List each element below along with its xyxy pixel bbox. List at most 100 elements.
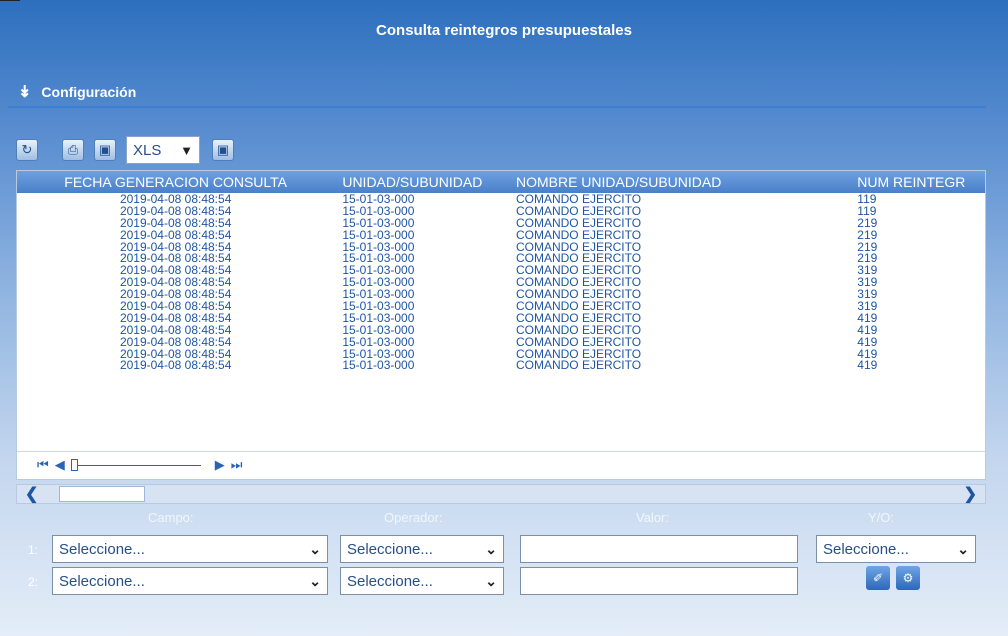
table-row[interactable]: 2019-04-08 08:48:54 15-01-03-000 COMANDO E… (17, 217, 985, 229)
cell-nombre: COMANDO EJERCITO (515, 299, 642, 312)
cell-unidad: 15-01-03-000 (342, 359, 415, 372)
cell-nombre: COMANDO EJERCITO (515, 276, 642, 289)
cell-fecha: 2019-04-08 08:48:54 (119, 323, 232, 336)
table-row[interactable]: 2019-04-08 08:48:54 15-01-03-000 COMANDO E… (17, 324, 985, 336)
campo-select-2[interactable]: Seleccione... ⌄ (52, 567, 328, 595)
table-row[interactable]: 2019-04-08 08:48:54 15-01-03-000 COMANDO E… (17, 241, 985, 253)
cell-unidad: 15-01-03-000 (342, 276, 415, 289)
table-row[interactable]: 2019-04-08 08:48:54 15-01-03-000 COMANDO E… (17, 205, 985, 217)
table-row[interactable]: 2019-04-08 08:48:54 15-01-03-000 COMANDO E… (17, 276, 985, 288)
cell-unidad: 15-01-03-000 (342, 192, 415, 205)
select-value: Seleccione... (59, 540, 145, 558)
table-row[interactable]: 2019-04-08 08:48:54 15-01-03-000 COMANDO E… (17, 264, 985, 276)
floppy-disk-icon: ▣ (98, 142, 112, 157)
yo-select-1[interactable]: Seleccione... ⌄ (816, 535, 976, 563)
table-row[interactable]: 2019-04-08 08:48:54 15-01-03-000 COMANDO E… (17, 348, 985, 360)
filter-run-icon: ⚙ (902, 571, 914, 585)
scrollbar-thumb[interactable] (59, 486, 145, 502)
cell-fecha: 2019-04-08 08:48:54 (119, 288, 232, 301)
printer-icon: ⎙ (67, 142, 79, 157)
cell-num: 419 (857, 347, 878, 360)
operador-label: Operador: (384, 510, 443, 525)
scroll-right-icon[interactable]: ❯ (964, 484, 977, 504)
toolbar: ↻ ⎙ ▣ XLS ▼ ▣ (16, 134, 244, 166)
cell-unidad: 15-01-03-000 (342, 228, 415, 241)
cell-nombre: COMANDO EJERCITO (515, 359, 642, 372)
column-header[interactable]: NOMBRE UNIDAD/SUBUNIDAD (512, 174, 841, 190)
cell-num: 319 (857, 299, 878, 312)
cell-num: 319 (857, 276, 878, 289)
chevron-down-icon: ⌄ (485, 572, 497, 589)
slider-thumb[interactable] (70, 458, 78, 471)
cell-fecha: 2019-04-08 08:48:54 (119, 228, 232, 241)
page-slider[interactable] (70, 458, 201, 471)
slider-track (70, 464, 201, 466)
table-row[interactable]: 2019-04-08 08:48:54 15-01-03-000 COMANDO E… (17, 312, 985, 324)
cell-nombre: COMANDO EJERCITO (515, 192, 642, 205)
export-format-value: XLS (133, 141, 162, 159)
column-header[interactable]: FECHA GENERACION CONSULTA (17, 174, 334, 190)
refresh-icon: ↻ (21, 142, 33, 157)
apply-filter-button[interactable]: ⚙ (896, 566, 920, 590)
cell-fecha: 2019-04-08 08:48:54 (119, 252, 232, 265)
page-title: Consulta reintegros presupuestales (376, 22, 632, 39)
clear-filter-button[interactable]: ✐ (866, 566, 890, 590)
cell-unidad: 15-01-03-000 (342, 288, 415, 301)
horizontal-scrollbar[interactable]: ❮ ❯ (16, 484, 986, 504)
cell-num: 219 (857, 216, 878, 229)
operador-select-1[interactable]: Seleccione... ⌄ (340, 535, 504, 563)
export-button[interactable]: ▣ (212, 139, 234, 161)
cell-unidad: 15-01-03-000 (342, 335, 415, 348)
double-chevron-down-icon: ↡ (18, 84, 32, 101)
top-edge-line (0, 0, 20, 1)
cell-nombre: COMANDO EJERCITO (515, 311, 642, 324)
prev-page-icon[interactable]: ◀ (55, 457, 65, 473)
campo-select-1[interactable]: Seleccione... ⌄ (52, 535, 328, 563)
valor-label: Valor: (636, 510, 669, 525)
cell-fecha: 2019-04-08 08:48:54 (119, 359, 232, 372)
eraser-icon: ✐ (872, 571, 884, 585)
table-row[interactable]: 2019-04-08 08:48:54 15-01-03-000 COMANDO E… (17, 300, 985, 312)
cell-fecha: 2019-04-08 08:48:54 (119, 276, 232, 289)
cell-unidad: 15-01-03-000 (342, 252, 415, 265)
refresh-button[interactable]: ↻ (16, 139, 38, 161)
cell-num: 219 (857, 240, 878, 253)
next-page-icon[interactable]: ▶ (215, 457, 225, 473)
cell-unidad: 15-01-03-000 (342, 240, 415, 253)
valor-input-2[interactable] (520, 567, 798, 595)
cell-fecha: 2019-04-08 08:48:54 (119, 204, 232, 217)
cell-nombre: COMANDO EJERCITO (515, 347, 642, 360)
select-value: Seleccione... (823, 540, 909, 558)
cell-nombre: COMANDO EJERCITO (515, 216, 642, 229)
first-page-icon[interactable]: ⏮ (37, 457, 49, 473)
table-row[interactable]: 2019-04-08 08:48:54 15-01-03-000 COMANDO E… (17, 252, 985, 264)
grid-header: FECHA GENERACION CONSULTA UNIDAD/SUBUNID… (17, 171, 985, 193)
filter-row-number: 1: (28, 543, 39, 557)
export-format-select[interactable]: XLS ▼ (126, 136, 200, 164)
config-section-toggle[interactable]: ↡ Configuración (18, 82, 136, 102)
last-page-icon[interactable]: ⏭ (231, 457, 243, 473)
print-button[interactable]: ⎙ (62, 139, 84, 161)
cell-fecha: 2019-04-08 08:48:54 (119, 264, 232, 277)
chevron-down-icon: ⌄ (957, 540, 969, 557)
table-row[interactable]: 2019-04-08 08:48:54 15-01-03-000 COMANDO E… (17, 229, 985, 241)
scroll-left-icon[interactable]: ❮ (25, 484, 38, 504)
cell-unidad: 15-01-03-000 (342, 204, 415, 217)
cell-unidad: 15-01-03-000 (342, 323, 415, 336)
table-row[interactable]: 2019-04-08 08:48:54 15-01-03-000 COMANDO E… (17, 336, 985, 348)
table-row[interactable]: 2019-04-08 08:48:54 15-01-03-000 COMANDO E… (17, 288, 985, 300)
column-header[interactable]: UNIDAD/SUBUNIDAD (334, 174, 512, 190)
valor-input-1[interactable] (520, 535, 798, 563)
cell-nombre: COMANDO EJERCITO (515, 264, 642, 277)
table-row[interactable]: 2019-04-08 08:48:54 15-01-03-000 COMANDO E… (17, 193, 985, 205)
table-row[interactable]: 2019-04-08 08:48:54 15-01-03-000 COMANDO E… (17, 359, 985, 371)
column-header[interactable]: NUM REINTEGR (841, 174, 985, 190)
operador-select-2[interactable]: Seleccione... ⌄ (340, 567, 504, 595)
cell-nombre: COMANDO EJERCITO (515, 228, 642, 241)
cell-unidad: 15-01-03-000 (342, 264, 415, 277)
cell-num: 119 (857, 192, 877, 205)
cell-num: 119 (857, 204, 877, 217)
cell-unidad: 15-01-03-000 (342, 299, 415, 312)
save-button[interactable]: ▣ (94, 139, 116, 161)
cell-fecha: 2019-04-08 08:48:54 (119, 299, 232, 312)
